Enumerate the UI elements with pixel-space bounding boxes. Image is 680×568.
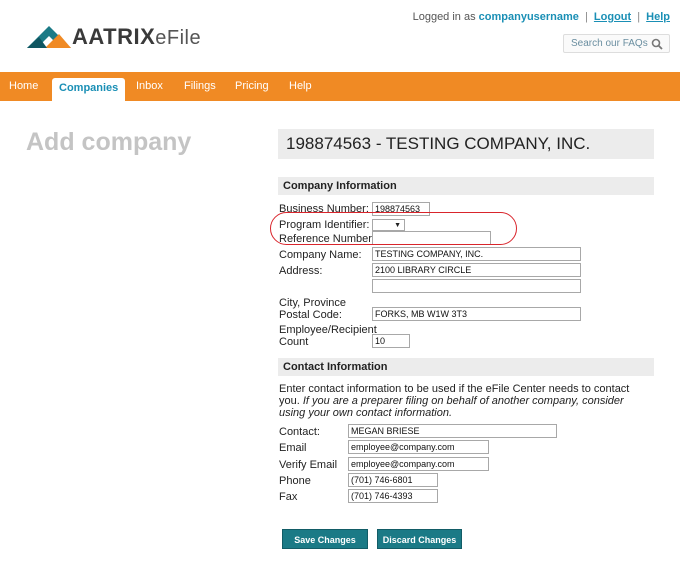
phone-field[interactable]: (701) 746-6801 xyxy=(348,473,438,487)
aatrix-logo[interactable]: AATRIXeFile xyxy=(25,24,201,50)
page-title: Add company xyxy=(26,128,192,156)
nav-pricing[interactable]: Pricing xyxy=(235,72,269,101)
email-field[interactable]: employee@company.com xyxy=(348,440,489,454)
contact-info-header: Contact Information xyxy=(278,358,654,376)
search-input[interactable] xyxy=(571,38,649,49)
company-name-field[interactable]: TESTING COMPANY, INC. xyxy=(372,247,581,261)
separator: | xyxy=(637,11,641,23)
help-link[interactable]: Help xyxy=(646,11,670,23)
employee-count-field[interactable]: 10 xyxy=(372,334,410,348)
aatrix-mountain-icon xyxy=(27,26,71,48)
employee-count-label: Employee/Recipient xyxy=(279,324,377,336)
company-header: 198874563 - TESTING COMPANY, INC. xyxy=(278,129,654,159)
nav-filings[interactable]: Filings xyxy=(184,72,216,101)
contact-field[interactable]: MEGAN BRIESE xyxy=(348,424,557,438)
company-name-label: Company Name: xyxy=(279,249,362,261)
nav-help[interactable]: Help xyxy=(289,72,312,101)
discard-changes-button[interactable]: Discard Changes xyxy=(377,529,462,549)
logo-text: AATRIXeFile xyxy=(72,24,202,49)
nav-companies[interactable]: Companies xyxy=(52,78,126,101)
verify-email-field[interactable]: employee@company.com xyxy=(348,457,489,471)
nav-inbox[interactable]: Inbox xyxy=(136,72,163,101)
logged-in-label: Logged in as xyxy=(412,11,476,23)
email-label: Email xyxy=(279,442,307,454)
address-label: Address: xyxy=(279,265,323,277)
contact-label: Contact: xyxy=(279,426,320,438)
address-line1-field[interactable]: 2100 LIBRARY CIRCLE xyxy=(372,263,581,277)
highlight-callout xyxy=(270,212,517,245)
city-province-label: City, Province xyxy=(279,297,347,309)
separator: | xyxy=(584,11,588,23)
faq-search xyxy=(563,34,670,53)
address-line2-field[interactable] xyxy=(372,279,581,293)
search-icon[interactable] xyxy=(651,38,663,50)
city-postal-field[interactable]: FORKS, MB W1W 3T3 xyxy=(372,307,581,321)
employee-count-label-2: Count xyxy=(279,336,309,348)
phone-label: Phone xyxy=(279,475,311,487)
fax-label: Fax xyxy=(279,491,298,503)
fax-field[interactable]: (701) 746-4393 xyxy=(348,489,438,503)
nav-home[interactable]: Home xyxy=(9,72,38,101)
company-info-header: Company Information xyxy=(278,177,654,195)
save-changes-button[interactable]: Save Changes xyxy=(282,529,368,549)
logout-link[interactable]: Logout xyxy=(594,11,631,23)
main-nav: Home Companies Inbox Filings Pricing Hel… xyxy=(0,72,680,101)
contact-note: Enter contact information to be used if … xyxy=(279,383,651,419)
username-link[interactable]: companyusername xyxy=(479,11,579,23)
top-links: Logged in as companyusername | Logout | … xyxy=(413,11,670,23)
verify-email-label: Verify Email xyxy=(279,459,338,471)
contact-note-italic: If you are a preparer filing on behalf o… xyxy=(279,395,624,419)
postal-code-label: Postal Code: xyxy=(279,309,342,321)
